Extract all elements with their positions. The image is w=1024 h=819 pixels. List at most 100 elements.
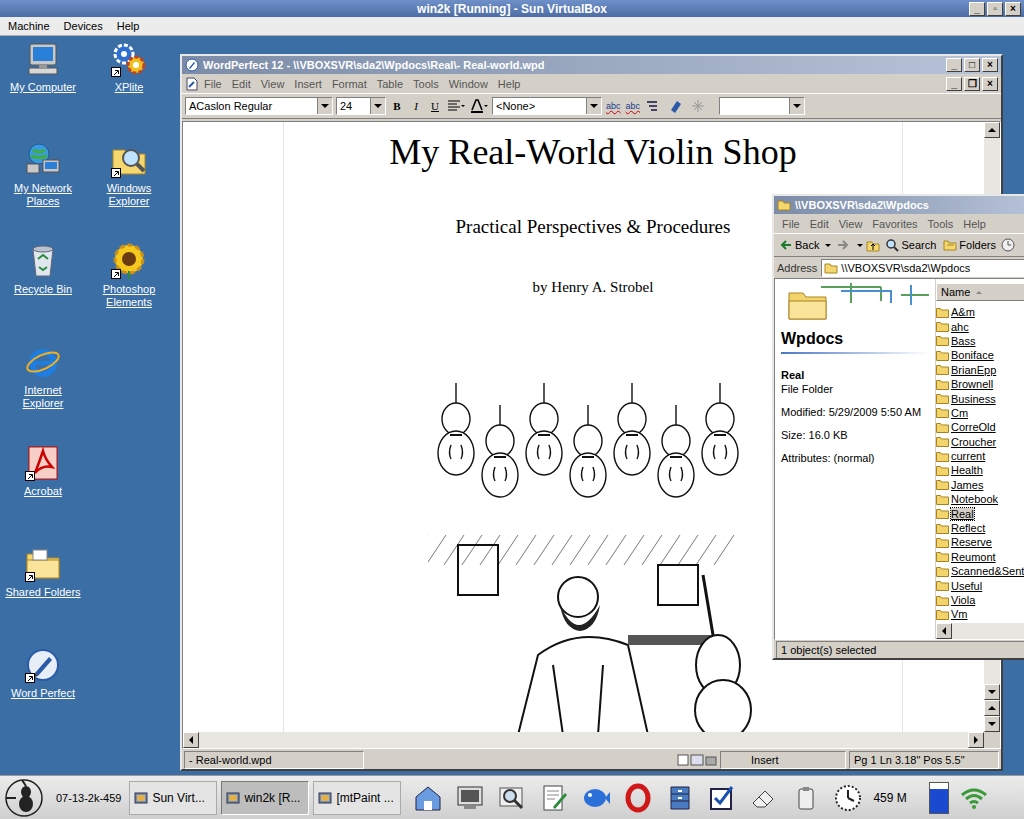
folder-row[interactable]: Reserve xyxy=(936,535,1024,549)
desktop-icon[interactable]: Word Perfect xyxy=(0,647,86,748)
editor-icon[interactable] xyxy=(539,783,569,813)
folder-row[interactable]: CorreOld xyxy=(936,420,1024,434)
folder-row[interactable]: Business xyxy=(936,391,1024,405)
window-control-button[interactable]: × xyxy=(982,77,998,91)
back-button[interactable]: Back xyxy=(777,238,833,252)
spell-check-button[interactable]: abc xyxy=(625,101,642,111)
folder-row[interactable]: BrianEpp xyxy=(936,363,1024,377)
zoom-select[interactable] xyxy=(719,97,805,115)
address-field[interactable]: \\VBOXSVR\sda2\Wpdocs xyxy=(821,259,1024,277)
folder-row[interactable]: Reflect xyxy=(936,521,1024,535)
status-icons[interactable] xyxy=(677,753,717,767)
menu-item[interactable]: View xyxy=(834,218,868,230)
folder-row[interactable]: ahc xyxy=(936,319,1024,333)
menu-item[interactable]: File xyxy=(199,78,227,90)
monitor-icon[interactable] xyxy=(455,783,485,813)
menu-item[interactable]: Help xyxy=(117,20,140,32)
menu-item[interactable]: View xyxy=(256,78,290,90)
folder-row[interactable]: Scanned&Sent xyxy=(936,564,1024,578)
window-control-button[interactable]: × xyxy=(982,58,998,72)
folder-row[interactable]: Viola xyxy=(936,593,1024,607)
folder-row[interactable]: Croucher xyxy=(936,435,1024,449)
title-bar[interactable]: \\VBOXSVR\sda2\Wpdocs xyxy=(774,196,1024,214)
window-control-button[interactable]: _ xyxy=(946,77,962,91)
desktop-icon[interactable]: Windows Explorer xyxy=(86,142,172,243)
window-control-button[interactable]: □ xyxy=(964,58,980,72)
menu-item[interactable]: Help xyxy=(493,78,526,90)
window-control-button[interactable]: _ xyxy=(946,58,962,72)
file-cabinet-icon[interactable] xyxy=(665,783,695,813)
window-control-button[interactable]: ▫ xyxy=(987,2,1003,16)
search-button[interactable]: Search xyxy=(883,238,938,252)
menu-item[interactable]: Tools xyxy=(923,218,959,230)
menu-item[interactable]: Edit xyxy=(805,218,834,230)
status-position[interactable]: Pg 1 Ln 3.18" Pos 5.5" xyxy=(849,751,999,769)
highlight-icon[interactable] xyxy=(667,98,687,114)
menu-item[interactable]: Edit xyxy=(227,78,256,90)
folder-row[interactable]: Vm xyxy=(936,607,1024,621)
clock-icon[interactable] xyxy=(833,783,863,813)
home-folder-icon[interactable] xyxy=(413,783,443,813)
desktop-icon[interactable]: My Computer xyxy=(0,41,86,142)
name-column-header[interactable]: Name xyxy=(936,283,1024,301)
task-button[interactable]: Sun Virt... xyxy=(129,781,217,815)
menu-item[interactable]: Insert xyxy=(289,78,327,90)
clipboard-icon[interactable] xyxy=(791,783,821,813)
forward-arrow-icon[interactable] xyxy=(836,238,850,252)
menu-item[interactable]: Table xyxy=(372,78,408,90)
up-folder-icon[interactable] xyxy=(866,238,880,252)
text-style-button[interactable]: B xyxy=(389,100,405,112)
text-style-button[interactable]: I xyxy=(408,100,424,112)
menu-item[interactable]: File xyxy=(777,218,805,230)
font-select[interactable]: ACaslon Regular xyxy=(185,97,333,115)
font-color-icon[interactable] xyxy=(469,98,489,114)
folder-row[interactable]: James xyxy=(936,478,1024,492)
menu-item[interactable]: Devices xyxy=(64,20,103,32)
network-status-icon[interactable] xyxy=(959,783,989,813)
format-icon[interactable] xyxy=(644,98,664,114)
checkbox-icon[interactable] xyxy=(707,783,737,813)
justify-icon[interactable] xyxy=(446,98,466,114)
menu-item[interactable]: Favorites xyxy=(867,218,922,230)
window-control-button[interactable]: _ xyxy=(969,2,985,16)
paragraph-style-select[interactable]: <None> xyxy=(492,97,602,115)
folder-row[interactable]: current xyxy=(936,449,1024,463)
folder-row[interactable]: Health xyxy=(936,463,1024,477)
fish-icon[interactable] xyxy=(581,783,611,813)
folder-row[interactable]: Bass xyxy=(936,334,1024,348)
window-control-button[interactable]: ❐ xyxy=(964,77,980,91)
eraser-icon[interactable] xyxy=(749,783,779,813)
folders-button[interactable]: Folders xyxy=(941,238,998,252)
desktop-icon[interactable]: Recycle Bin xyxy=(0,243,86,344)
menu-item[interactable]: Machine xyxy=(8,20,50,32)
window-control-button[interactable]: × xyxy=(1005,2,1021,16)
title-bar[interactable]: WordPerfect 12 - \\VBOXSVR\sda2\Wpdocs\R… xyxy=(182,56,1001,74)
opera-icon[interactable] xyxy=(623,783,653,813)
font-size-select[interactable]: 24 xyxy=(336,97,386,115)
text-style-button[interactable]: U xyxy=(427,100,443,112)
history-icon[interactable] xyxy=(1001,238,1015,252)
folder-row[interactable]: Reumont xyxy=(936,550,1024,564)
folder-row[interactable]: A&m xyxy=(936,305,1024,319)
status-mode[interactable]: Insert xyxy=(720,751,846,769)
desktop-icon[interactable]: Shared Folders xyxy=(0,546,86,647)
folder-row[interactable]: Brownell xyxy=(936,377,1024,391)
desktop-icon[interactable]: Acrobat xyxy=(0,445,86,546)
desktop-icon[interactable]: Internet Explorer xyxy=(0,344,86,445)
task-button[interactable]: win2k [R... xyxy=(221,781,309,815)
horizontal-scrollbar[interactable] xyxy=(183,732,984,748)
folder-row[interactable]: Notebook xyxy=(936,492,1024,506)
folder-row[interactable]: Real xyxy=(936,506,1024,520)
desktop-icon[interactable]: XPlite xyxy=(86,41,172,142)
folder-row[interactable]: Useful xyxy=(936,578,1024,592)
menu-item[interactable]: Window xyxy=(444,78,493,90)
violin-logo-icon[interactable] xyxy=(4,778,44,818)
horizontal-scrollbar[interactable] xyxy=(936,623,1024,639)
spell-check-button[interactable]: abc xyxy=(605,101,622,111)
menu-item[interactable]: Tools xyxy=(408,78,444,90)
menu-item[interactable]: Format xyxy=(327,78,372,90)
folder-row[interactable]: Boniface xyxy=(936,348,1024,362)
task-button[interactable]: [mtPaint ... xyxy=(313,781,401,815)
menu-item[interactable]: Help xyxy=(958,218,991,230)
sparkle-icon[interactable] xyxy=(690,98,710,114)
